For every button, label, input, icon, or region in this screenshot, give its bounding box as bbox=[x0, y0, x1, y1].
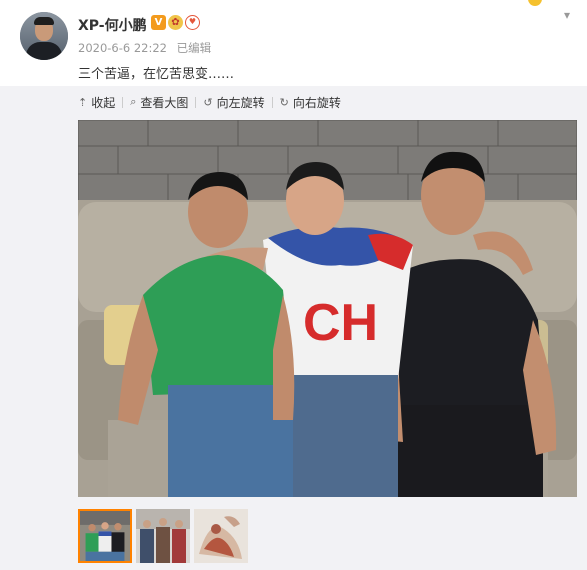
verified-icon[interactable]: V bbox=[151, 15, 166, 30]
toolbar-divider bbox=[271, 96, 273, 108]
edited-label[interactable]: 已编辑 bbox=[177, 41, 212, 55]
author-avatar[interactable] bbox=[20, 12, 68, 60]
collapse-label: 收起 bbox=[91, 95, 116, 110]
post-meta: 2020-6-6 22:22 已编辑 bbox=[78, 40, 211, 56]
collapse-button[interactable]: ⇡ 收起 bbox=[78, 94, 115, 111]
toolbar-divider bbox=[122, 96, 124, 108]
post-text: 三个苦逼，在忆苦思变…… bbox=[78, 67, 235, 82]
toolbar-divider bbox=[195, 96, 197, 108]
thumbnail-1[interactable] bbox=[78, 509, 132, 563]
rotate-left-button[interactable]: ↺ 向左旋转 bbox=[203, 94, 264, 111]
media-toolbar: ⇡ 收起 ⌕ 查看大图 ↺ 向左旋转 ↻ 向右旋转 bbox=[78, 94, 341, 110]
arrow-up-icon: ⇡ bbox=[78, 95, 88, 109]
post-header: XP-何小鹏 V ✿ ♥ ▾ 2020-6-6 22:22 已编辑 三个苦逼，在… bbox=[0, 0, 587, 86]
corner-tag-icon bbox=[528, 0, 542, 6]
thumbnail-3[interactable] bbox=[194, 509, 248, 563]
rotate-right-label: 向右旋转 bbox=[292, 95, 341, 110]
thumbnail-2[interactable] bbox=[136, 509, 190, 563]
view-large-button[interactable]: ⌕ 查看大图 bbox=[130, 94, 188, 111]
magnifier-icon: ⌕ bbox=[130, 95, 137, 108]
media-panel: ⇡ 收起 ⌕ 查看大图 ↺ 向左旋转 ↻ 向右旋转 CH bbox=[0, 86, 587, 570]
rotate-left-icon: ↺ bbox=[203, 95, 213, 109]
chevron-down-icon[interactable]: ▾ bbox=[564, 8, 570, 22]
rotate-right-icon: ↻ bbox=[279, 95, 289, 109]
svg-text:CH: CH bbox=[303, 294, 378, 352]
author-badges: V ✿ ♥ bbox=[151, 15, 200, 31]
main-photo[interactable]: CH bbox=[78, 120, 577, 497]
view-large-label: 查看大图 bbox=[140, 95, 189, 110]
rotate-left-label: 向左旋转 bbox=[216, 95, 265, 110]
gift-badge-icon[interactable]: ♥ bbox=[185, 15, 200, 30]
rotate-right-button[interactable]: ↻ 向右旋转 bbox=[280, 94, 341, 111]
member-badge-icon[interactable]: ✿ bbox=[168, 15, 183, 30]
post-time[interactable]: 2020-6-6 22:22 bbox=[78, 41, 167, 55]
author-name[interactable]: XP-何小鹏 bbox=[78, 15, 147, 35]
thumbnail-strip bbox=[78, 509, 248, 563]
